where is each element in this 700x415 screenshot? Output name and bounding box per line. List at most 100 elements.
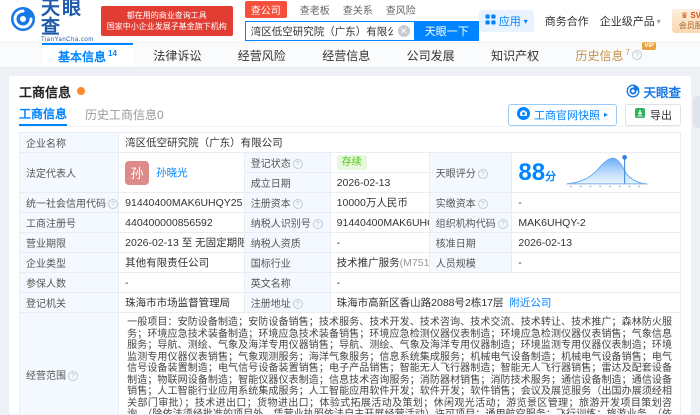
apps-grid-icon [485, 14, 496, 28]
nav-enterprise-products[interactable]: 企业级产品 ▾ [600, 13, 661, 29]
company-name-value: 湾区低空研究院（广东）有限公司 [118, 132, 681, 153]
chevron-down-icon: ▾ [523, 16, 528, 26]
table-row: 企业类型 其他有限责任公司 国标行业 技术推广服务(M751) ▾ 人员规模 - [18, 252, 681, 273]
company-type-label: 企业类型 [18, 252, 120, 273]
tab-operation-risk[interactable]: 经营风险 [222, 43, 302, 67]
approval-date-label: 核准日期 [428, 232, 513, 253]
company-name-label: 企业名称 [18, 132, 120, 153]
chevron-down-icon: ▾ [656, 16, 661, 26]
legal-rep-value: 孙 孙晓光 [118, 152, 245, 193]
paid-capital-value: - [511, 192, 681, 213]
tyc-score-value: 88分 [511, 152, 681, 193]
vip-badge: VIP [642, 42, 656, 50]
status-badge: 存续 [336, 155, 367, 170]
info-icon[interactable]: ? [292, 299, 303, 309]
reg-number-value: 440400000856592 [118, 212, 245, 233]
subtab-business-info[interactable]: 工商信息 [19, 103, 68, 126]
approval-date-value: 2026-02-13 [511, 232, 681, 253]
business-term-label: 营业期限 [18, 232, 120, 253]
reg-address-value: 珠海市高新区香山路2088号2栋17层 附近公司 [329, 292, 682, 313]
credit-code-label: 统一社会信用代码? [18, 192, 120, 213]
search-input[interactable] [245, 25, 398, 37]
search-button[interactable]: 天眼一下 [414, 21, 479, 41]
english-name-label: 英文名称 [243, 272, 331, 293]
tab-basic-info[interactable]: 基本信息 14 [42, 43, 133, 67]
tab-intellectual-property[interactable]: 知识产权 [475, 43, 555, 67]
staff-size-label: 人员规模 [428, 252, 513, 273]
table-row: 企业名称 湾区低空研究院（广东）有限公司 [18, 132, 681, 153]
business-info-table: 企业名称 湾区低空研究院（广东）有限公司 法定代表人 孙 孙晓光 登记状态? 存… [18, 132, 682, 414]
slogan-badge: 都在用的商业查询工具 国家中小企业发展子基金旗下机构 [100, 6, 233, 36]
svip-badge[interactable]: ♛ SVIP 会员服务 [671, 9, 700, 33]
clear-icon[interactable]: ✕ [397, 25, 410, 37]
legal-rep-link[interactable]: 孙晓光 [156, 165, 188, 180]
search-area: 查公司 查老板 查关系 查风险 ✕ 天眼一下 [244, 1, 479, 41]
side-float-widget[interactable] [693, 96, 700, 128]
tab-legal-litigation[interactable]: 法律诉讼 [137, 43, 217, 67]
business-term-value: 2026-02-13 至 无固定期限 [118, 232, 245, 253]
crown-icon: ♛ [680, 11, 689, 20]
tianyancha-logo-icon [10, 6, 36, 37]
reg-authority-label: 登记机关 [18, 292, 120, 313]
table-row: 营业期限 2026-02-13 至 无固定期限 纳税人资质 - 核准日期 202… [18, 232, 681, 253]
subtab-history-business-info[interactable]: 历史工商信息0 [85, 103, 164, 126]
search-tab-relation[interactable]: 查关系 [343, 2, 373, 17]
section-title: 工商信息 [19, 84, 72, 100]
tab-history-info[interactable]: 历史信息 7? VIP [560, 42, 658, 67]
table-row: 参保人数 - 英文名称 - [18, 272, 682, 293]
industry-value: 技术推广服务(M751) ▾ [329, 252, 430, 273]
business-info-card: 工商信息 天眼查 工商信息 历史工商信息0 工商官网快照 ▸ 导出 企业名称 湾… [8, 75, 692, 415]
nearby-companies-link[interactable]: 附近公司 [509, 297, 551, 309]
table-row: 法定代表人 孙 孙晓光 登记状态? 存续 天眼评分? 88分 [18, 152, 681, 193]
taxpayer-quality-label: 纳税人资质 [243, 232, 331, 253]
credit-code-value: 91440400MAK6UHQY25 [118, 192, 245, 213]
logo-text: 天眼查 [41, 0, 84, 38]
table-row: 统一社会信用代码? 91440400MAK6UHQY25 注册资本? 10000… [18, 192, 681, 213]
english-name-value: - [329, 272, 682, 293]
score-distribution-chart [564, 154, 650, 192]
info-icon[interactable]: ? [68, 371, 78, 381]
business-scope-value: 一般项目：安防设备制造；安防设备销售；技术服务、技术开发、技术咨询、技术交流、技… [118, 312, 681, 414]
info-icon[interactable]: ? [292, 159, 303, 169]
est-date-value: 2026-02-13 [329, 172, 430, 193]
info-icon[interactable]: ? [312, 219, 323, 229]
paid-capital-label: 实缴资本? [428, 192, 513, 213]
export-button[interactable]: 导出 [625, 103, 681, 126]
info-icon[interactable]: ? [292, 199, 303, 209]
insured-count-value: - [118, 272, 245, 293]
org-code-value: MAK6UHQY-2 [511, 212, 681, 233]
tyc-score-label: 天眼评分? [428, 152, 513, 193]
export-icon [634, 107, 646, 122]
industry-label: 国标行业 [243, 252, 331, 273]
search-box: ✕ [244, 21, 415, 41]
nav-cooperation[interactable]: 商务合作 [545, 13, 589, 29]
chevron-right-icon: ▸ [603, 110, 608, 119]
info-icon: ? [632, 50, 642, 60]
reg-number-label: 工商注册号 [18, 212, 120, 233]
reg-capital-value: 10000万人民币 [329, 192, 430, 213]
search-tab-company[interactable]: 查公司 [244, 1, 287, 18]
tab-operation-info[interactable]: 经营信息 [306, 43, 386, 67]
camera-icon [516, 106, 530, 123]
company-type-value: 其他有限责任公司 [118, 252, 245, 273]
avatar[interactable]: 孙 [125, 160, 150, 185]
snapshot-button[interactable]: 工商官网快照 ▸ [507, 103, 617, 126]
apps-menu[interactable]: 应用 ▾ [478, 10, 534, 32]
staff-size-value: - [511, 252, 681, 273]
reg-status-value: 存续 [329, 152, 430, 173]
table-row: 经营范围? 一般项目：安防设备制造；安防设备销售；技术服务、技术开发、技术咨询、… [18, 312, 681, 414]
info-icon[interactable]: ? [108, 199, 118, 209]
reg-capital-label: 注册资本? [243, 192, 331, 213]
search-tab-boss[interactable]: 查老板 [300, 2, 330, 17]
info-icon[interactable]: ? [497, 219, 508, 229]
tab-company-development[interactable]: 公司发展 [391, 43, 471, 67]
search-tab-risk[interactable]: 查风险 [386, 2, 416, 17]
business-scope-label: 经营范围? [18, 312, 120, 414]
tianyancha-watermark: 天眼查 [626, 82, 681, 101]
taxpayer-id-value: 91440400MAK6UHQY25 [329, 212, 430, 233]
orange-dot-icon [77, 87, 86, 95]
top-bar: 天眼查 TianYanCha.com 都在用的商业查询工具 国家中小企业发展子基… [0, 0, 700, 43]
info-icon[interactable]: ? [477, 169, 488, 179]
info-icon[interactable]: ? [477, 199, 488, 209]
tianyancha-logo[interactable]: 天眼查 TianYanCha.com [10, 0, 94, 43]
